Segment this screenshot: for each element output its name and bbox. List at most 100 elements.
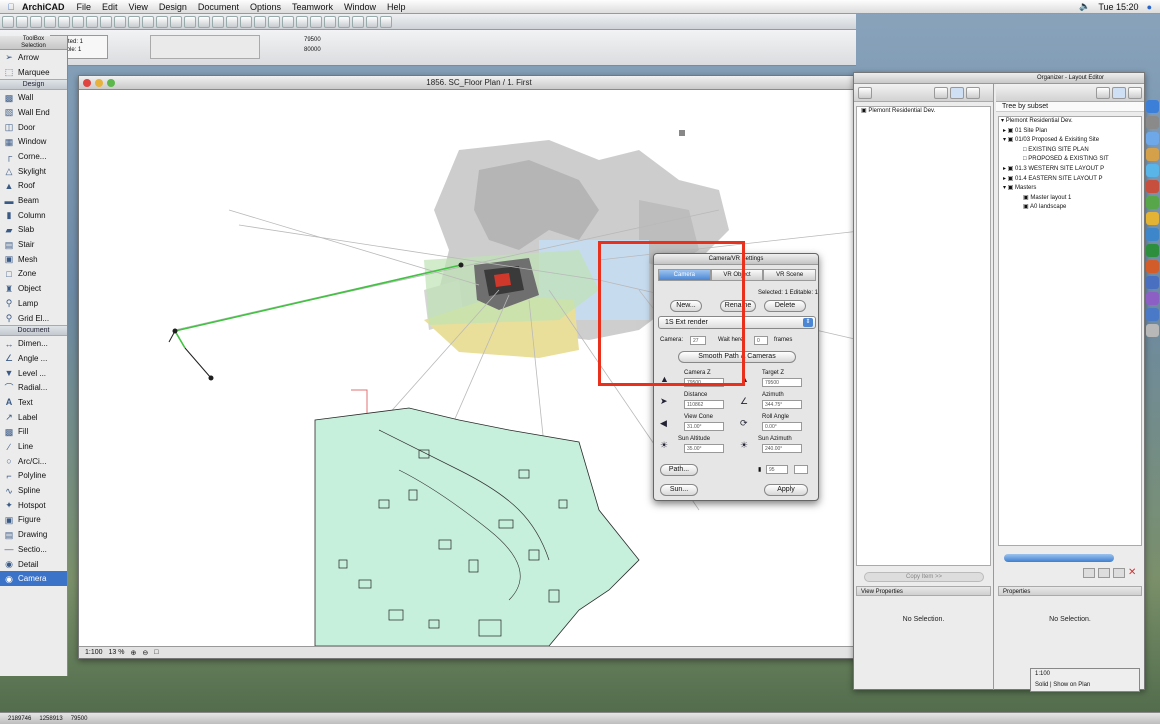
plan-view-icon[interactable] bbox=[338, 15, 350, 28]
redo-icon[interactable] bbox=[114, 15, 126, 28]
spotlight-icon[interactable]: ● bbox=[1147, 2, 1152, 12]
tool-beam[interactable]: ▬ Beam bbox=[0, 193, 67, 208]
coord-ax[interactable]: 2189746 bbox=[8, 716, 31, 722]
pick-up-icon[interactable] bbox=[128, 15, 140, 28]
layer-mode[interactable]: Solid | Show on Plan bbox=[1035, 680, 1139, 691]
tool-drawing[interactable]: ▤ Drawing bbox=[0, 527, 67, 542]
distance-field[interactable]: 110862 bbox=[684, 400, 724, 409]
view-cone-field[interactable]: 31.00° bbox=[684, 422, 724, 431]
apple-icon[interactable]:  bbox=[0, 2, 22, 12]
tool-section[interactable]: — Sectio... bbox=[0, 542, 67, 557]
sun-altitude-field[interactable]: 35.00° bbox=[684, 444, 724, 453]
menu-help[interactable]: Help bbox=[387, 2, 406, 12]
tool-zone[interactable]: □ Zone bbox=[0, 267, 67, 282]
trash-icon[interactable] bbox=[1146, 324, 1159, 337]
menu-view[interactable]: View bbox=[129, 2, 148, 12]
tool-arc[interactable]: ○ Arc/Ci... bbox=[0, 454, 67, 469]
tool-radial-dimension[interactable]: ⌒ Radial... bbox=[0, 380, 67, 395]
tree-root-item[interactable]: ▣ Plemont Residential Dev. bbox=[857, 107, 990, 117]
save-icon[interactable] bbox=[30, 15, 42, 28]
target-z-field[interactable]: 79500 bbox=[762, 378, 802, 387]
new-layout-icon[interactable] bbox=[1083, 568, 1095, 578]
tool-text[interactable]: A Text bbox=[0, 395, 67, 410]
inject-icon[interactable] bbox=[142, 15, 154, 28]
tool-stair[interactable]: ▤ Stair bbox=[0, 237, 67, 252]
layers-icon[interactable] bbox=[212, 15, 224, 28]
iphoto-icon[interactable] bbox=[1146, 212, 1159, 225]
floor-plan-scale[interactable]: 1:100 bbox=[85, 649, 103, 656]
tool-column[interactable]: ▮ Column bbox=[0, 208, 67, 223]
menu-edit[interactable]: Edit bbox=[102, 2, 118, 12]
grid-snap-icon[interactable] bbox=[170, 15, 182, 28]
sun-azimuth-field[interactable]: 240.00° bbox=[762, 444, 802, 453]
coord-x[interactable]: 79500 bbox=[304, 35, 370, 45]
layout-book-button[interactable] bbox=[950, 87, 964, 99]
tool-arrow[interactable]: ➢ Arrow bbox=[0, 50, 67, 65]
path-button[interactable]: Path... bbox=[660, 464, 698, 476]
photoshop-icon[interactable] bbox=[1146, 276, 1159, 289]
tool-detail[interactable]: ◉ Detail bbox=[0, 557, 67, 572]
sun-button[interactable]: Sun... bbox=[660, 484, 698, 496]
tool-window[interactable]: ▦ Window bbox=[0, 134, 67, 149]
tree-item[interactable]: ▾ ▣ Masters bbox=[999, 184, 1141, 194]
menu-teamwork[interactable]: Teamwork bbox=[292, 2, 333, 12]
preview-icon[interactable] bbox=[1146, 292, 1159, 305]
frame-stepper[interactable] bbox=[794, 465, 808, 474]
view-properties-header[interactable]: View Properties bbox=[856, 586, 991, 596]
layout-settings-button[interactable] bbox=[1128, 87, 1142, 99]
tool-door[interactable]: ◫ Door bbox=[0, 120, 67, 135]
tool-figure[interactable]: ▣ Figure bbox=[0, 513, 67, 528]
tool-skylight[interactable]: △ Skylight bbox=[0, 164, 67, 179]
publisher-icon[interactable] bbox=[324, 15, 336, 28]
tool-corner-window[interactable]: ┌ Corne... bbox=[0, 149, 67, 164]
undo-icon[interactable] bbox=[100, 15, 112, 28]
frame-count-field[interactable]: 95 bbox=[766, 465, 788, 474]
tool-wall-end[interactable]: ▧ Wall End bbox=[0, 105, 67, 120]
document-section-header[interactable]: Document bbox=[0, 325, 67, 337]
tool-marquee[interactable]: ⬚ Marquee bbox=[0, 65, 67, 80]
finder-icon[interactable] bbox=[1146, 100, 1159, 113]
azimuth-field[interactable]: 344.75° bbox=[762, 400, 802, 409]
view-map-icon[interactable] bbox=[310, 15, 322, 28]
calendar-icon[interactable] bbox=[1146, 180, 1159, 193]
render-icon[interactable] bbox=[268, 15, 280, 28]
mail-icon[interactable] bbox=[1146, 148, 1159, 161]
menu-design[interactable]: Design bbox=[159, 2, 187, 12]
tree-item[interactable]: ▸ ▣ 01 Site Plan bbox=[999, 127, 1141, 137]
help-icon[interactable] bbox=[380, 15, 392, 28]
cut-icon[interactable] bbox=[58, 15, 70, 28]
perspective-icon[interactable] bbox=[366, 15, 378, 28]
paste-icon[interactable] bbox=[86, 15, 98, 28]
open-file-icon[interactable] bbox=[16, 15, 28, 28]
tree-item[interactable]: ▾ Plemont Residential Dev. bbox=[999, 117, 1141, 127]
coord-az[interactable]: 79500 bbox=[71, 716, 88, 722]
tool-level-dimension[interactable]: ▼ Level ... bbox=[0, 366, 67, 381]
floor-plan-titlebar[interactable]: 1856. SC_Floor Plan / 1. First bbox=[79, 76, 879, 90]
tool-spline[interactable]: ∿ Spline bbox=[0, 483, 67, 498]
zoom-in-icon[interactable]: ⊕ bbox=[131, 649, 137, 657]
view-3d-icon[interactable] bbox=[254, 15, 266, 28]
word-icon[interactable] bbox=[1146, 228, 1159, 241]
layer-scale[interactable]: 1:100 bbox=[1035, 669, 1139, 680]
wait-frames-field[interactable]: 0 bbox=[754, 336, 768, 345]
tool-angle-dimension[interactable]: ∠ Angle ... bbox=[0, 351, 67, 366]
project-map-icon[interactable] bbox=[296, 15, 308, 28]
tree-item[interactable]: ▣ Master layout 1 bbox=[999, 194, 1141, 204]
new-folder-icon[interactable] bbox=[1113, 568, 1125, 578]
organizer-left-tree[interactable]: ▣ Plemont Residential Dev. bbox=[856, 106, 991, 566]
itunes-icon[interactable] bbox=[1146, 196, 1159, 209]
tab-vr-scene[interactable]: VR Scene bbox=[763, 269, 817, 281]
layout-tree[interactable]: ▾ Plemont Residential Dev. ▸ ▣ 01 Site P… bbox=[998, 116, 1142, 546]
new-file-icon[interactable] bbox=[2, 15, 14, 28]
tool-polyline[interactable]: ⌐ Polyline bbox=[0, 469, 67, 484]
layout-book-icon[interactable] bbox=[282, 15, 294, 28]
tree-item[interactable]: ▣ A0 landscape bbox=[999, 203, 1141, 213]
axonometry-icon[interactable] bbox=[352, 15, 364, 28]
tool-roof[interactable]: ▲ Roof bbox=[0, 179, 67, 194]
new-master-icon[interactable] bbox=[1098, 568, 1110, 578]
coordinate-readout[interactable]: 79500 80000 bbox=[300, 35, 370, 59]
organizer-titlebar[interactable]: Organizer - Layout Editor bbox=[854, 73, 1144, 84]
tool-object[interactable]: ♜ Object bbox=[0, 281, 67, 296]
tool-hotspot[interactable]: ✦ Hotspot bbox=[0, 498, 67, 513]
publisher-button[interactable] bbox=[966, 87, 980, 99]
